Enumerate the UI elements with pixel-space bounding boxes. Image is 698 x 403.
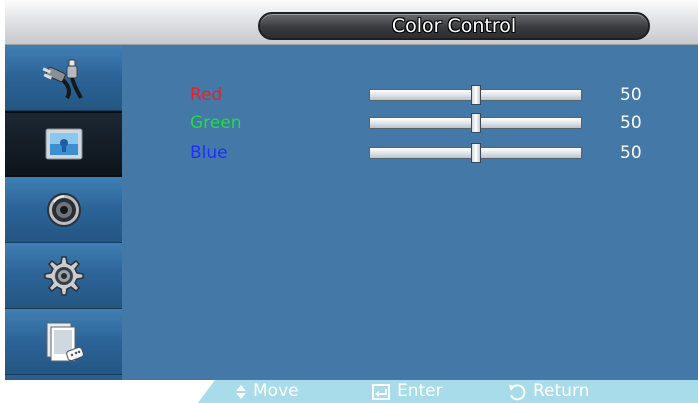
multi-control-icon [46, 322, 84, 361]
input-plug-icon [42, 59, 83, 99]
setup-gear-icon [43, 255, 84, 296]
slider-thumb[interactable] [470, 113, 481, 133]
sidebar-item-multi-control[interactable] [5, 309, 122, 375]
setting-label-red: Red [190, 85, 223, 105]
sidebar-item-sound[interactable] [5, 177, 122, 243]
setting-value-green: 50 [620, 113, 642, 133]
help-enter: Enter [371, 380, 443, 403]
sidebar-item-picture[interactable] [5, 111, 122, 177]
help-return-label: Return [533, 381, 590, 401]
slider-thumb[interactable] [470, 85, 481, 105]
help-return: Return [507, 380, 589, 403]
setting-value-red: 50 [620, 85, 642, 105]
help-bar: Move Enter Return [5, 380, 698, 403]
osd-menu: Color Control Red 50 Green 50 Blue 50 Mo… [5, 0, 698, 403]
help-bar-background [5, 380, 698, 403]
slider-blue[interactable] [369, 143, 582, 163]
setting-value-blue: 50 [620, 143, 642, 163]
setting-row-green: Green 50 [122, 109, 698, 137]
main-panel: Red 50 Green 50 Blue 50 [122, 45, 698, 380]
help-move-label: Move [253, 381, 299, 401]
enter-icon [372, 383, 390, 400]
setting-row-red: Red 50 [122, 81, 698, 109]
sidebar-item-setup[interactable] [5, 243, 122, 309]
sidebar [5, 45, 122, 380]
up-down-arrow-icon [236, 384, 246, 399]
setting-row-blue: Blue 50 [122, 139, 698, 167]
setting-label-blue: Blue [190, 143, 228, 163]
menu-header: Color Control [5, 0, 698, 45]
slider-thumb[interactable] [470, 143, 481, 163]
help-move: Move [235, 380, 299, 403]
page-title: Color Control [391, 15, 517, 37]
picture-icon [45, 128, 82, 160]
slider-red[interactable] [369, 85, 582, 105]
slider-green[interactable] [369, 113, 582, 133]
sidebar-item-input[interactable] [5, 45, 122, 111]
return-icon [509, 383, 526, 400]
help-enter-label: Enter [397, 381, 443, 401]
sound-speaker-icon [46, 192, 81, 227]
setting-label-green: Green [190, 113, 242, 133]
title-bar: Color Control [258, 12, 650, 40]
